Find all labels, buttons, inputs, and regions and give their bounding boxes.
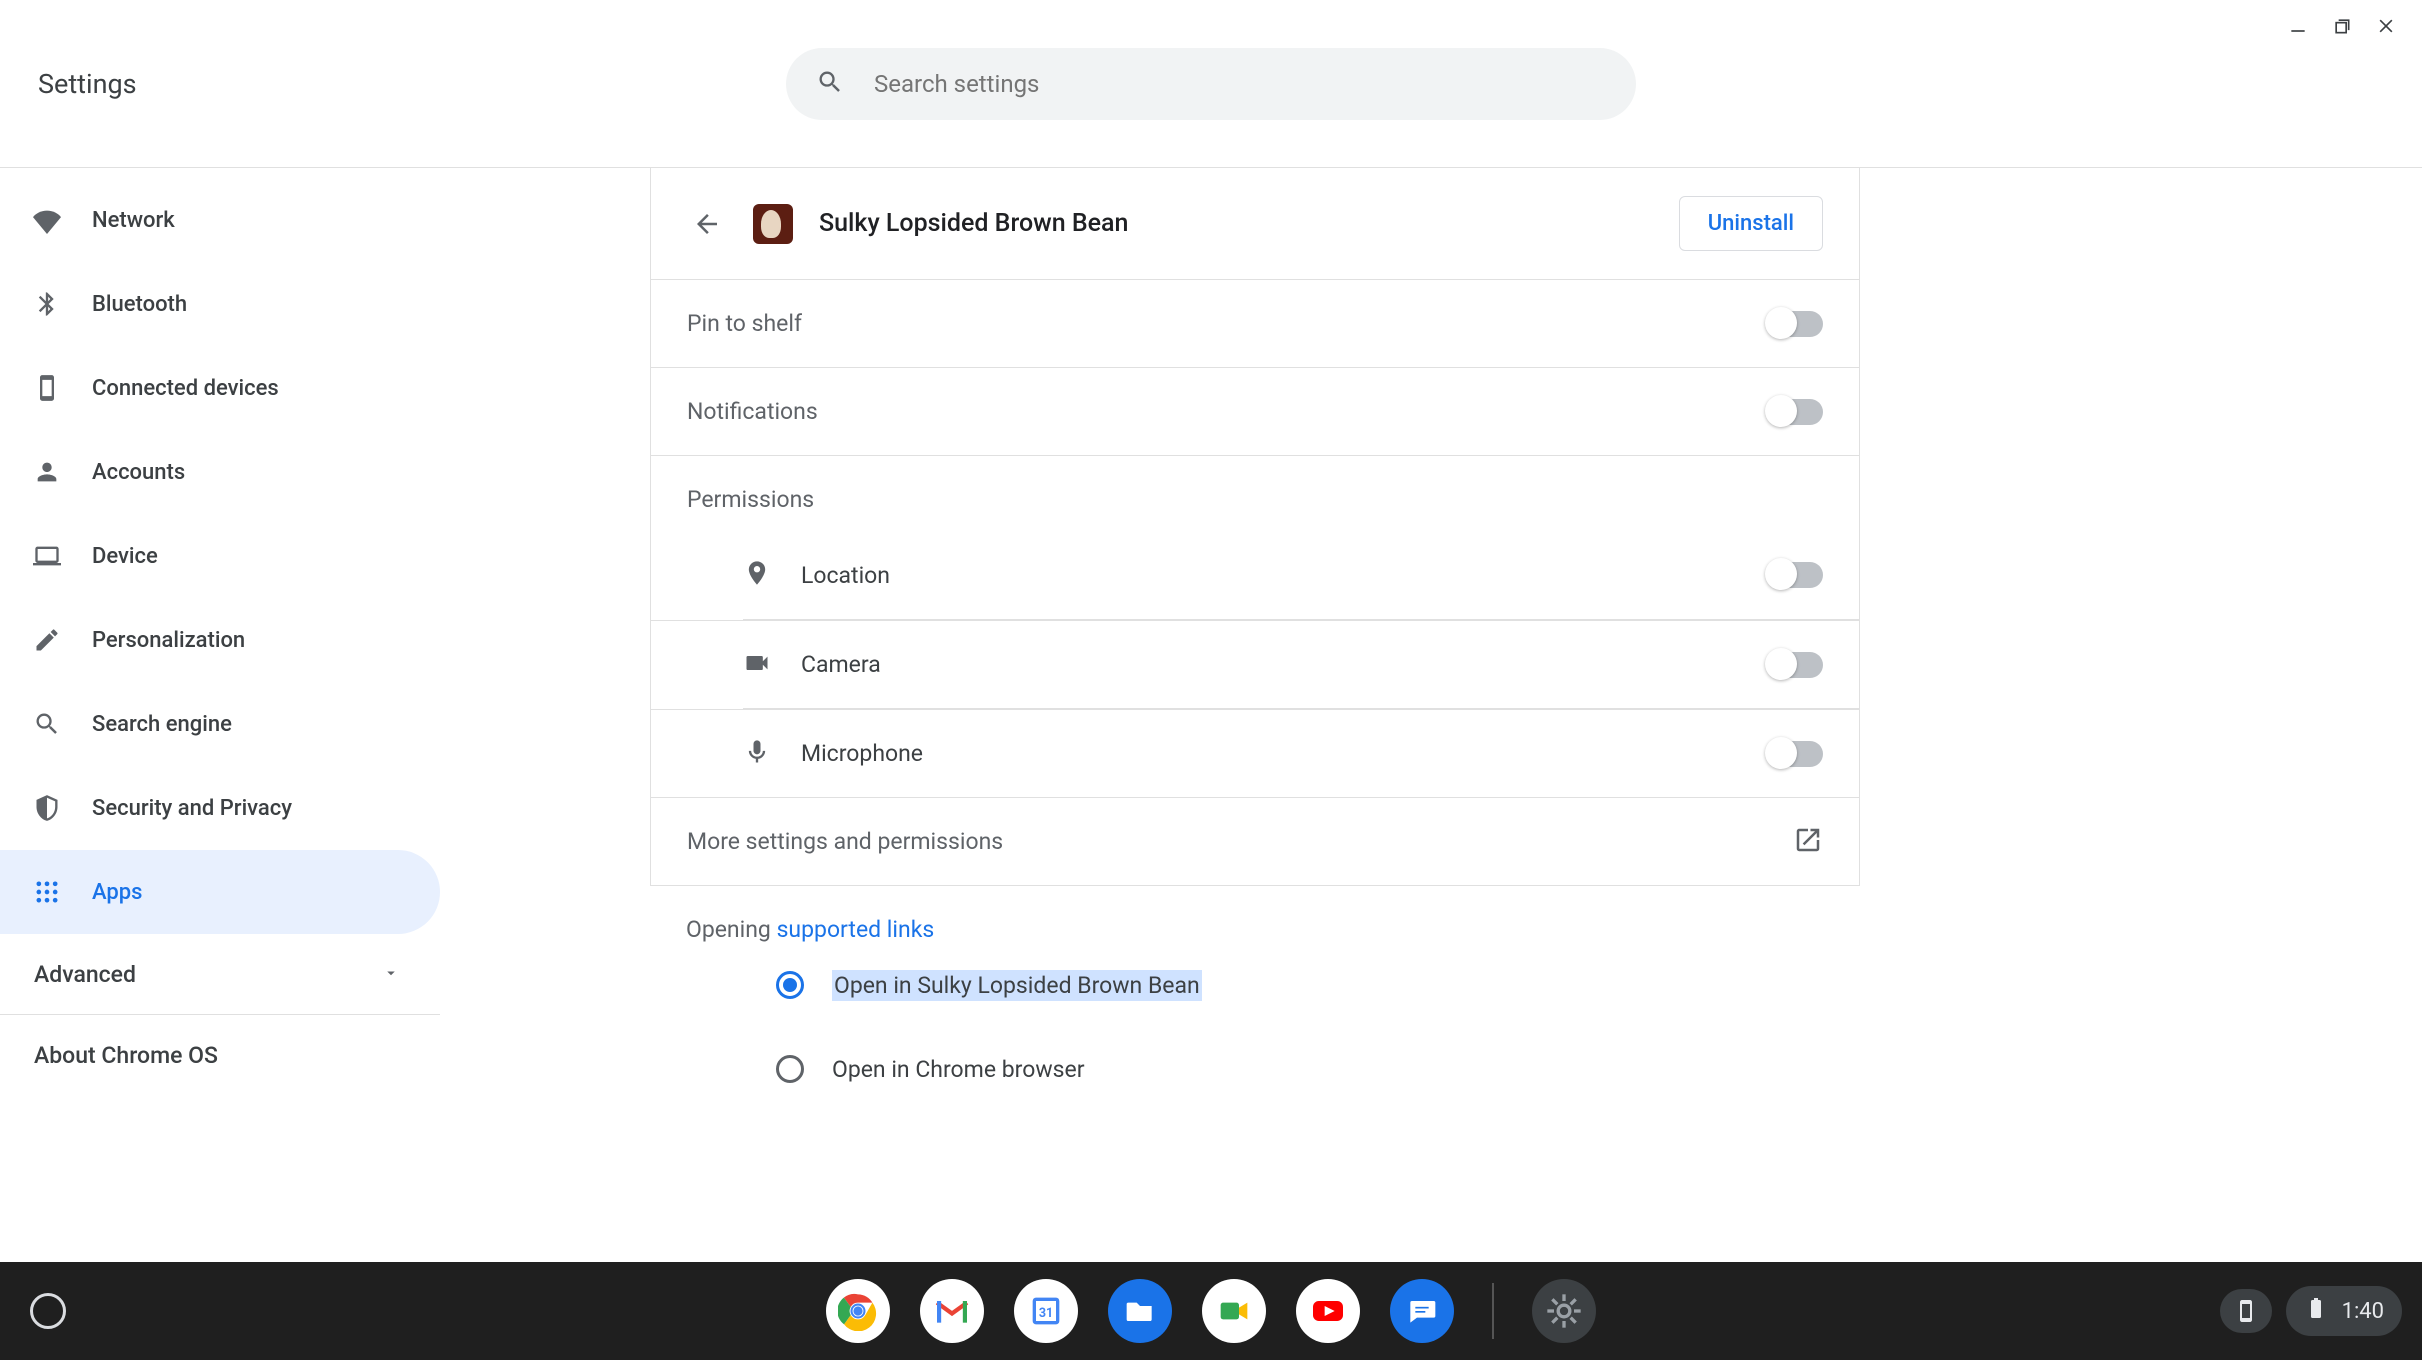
shield-icon bbox=[30, 791, 64, 825]
open-external-icon bbox=[1793, 825, 1823, 859]
sidebar-item-label: Bluetooth bbox=[92, 292, 187, 317]
sidebar-item-search-engine[interactable]: Search engine bbox=[0, 682, 440, 766]
shelf-app-gmail[interactable] bbox=[920, 1279, 984, 1343]
bluetooth-icon bbox=[30, 287, 64, 321]
sidebar-item-connected-devices[interactable]: Connected devices bbox=[0, 346, 440, 430]
laptop-icon bbox=[30, 539, 64, 573]
app-name: Sulky Lopsided Brown Bean bbox=[819, 209, 1653, 238]
apps-grid-icon bbox=[30, 875, 64, 909]
sidebar-item-label: Apps bbox=[92, 880, 142, 905]
pin-to-shelf-label: Pin to shelf bbox=[687, 310, 802, 337]
opening-links-section: Opening supported links Open in Sulky Lo… bbox=[650, 886, 1860, 1151]
search-icon bbox=[816, 68, 844, 100]
sidebar-item-label: About Chrome OS bbox=[34, 1042, 218, 1069]
shelf-app-chrome[interactable] bbox=[826, 1279, 890, 1343]
supported-links-link[interactable]: supported links bbox=[777, 916, 935, 943]
sidebar-advanced-label: Advanced bbox=[34, 961, 136, 988]
close-button[interactable] bbox=[2374, 14, 2398, 38]
sidebar-item-label: Security and Privacy bbox=[92, 796, 292, 821]
notifications-toggle[interactable] bbox=[1767, 399, 1823, 425]
location-icon bbox=[743, 559, 771, 591]
edit-icon bbox=[30, 623, 64, 657]
radio-open-in-chrome-label: Open in Chrome browser bbox=[832, 1056, 1084, 1083]
radio-open-in-app[interactable]: Open in Sulky Lopsided Brown Bean bbox=[686, 943, 1824, 1027]
opening-prefix: Opening bbox=[686, 916, 777, 943]
more-settings-label: More settings and permissions bbox=[687, 828, 1003, 855]
sidebar-item-device[interactable]: Device bbox=[0, 514, 440, 598]
shelf-app-meet[interactable] bbox=[1202, 1279, 1266, 1343]
restore-button[interactable] bbox=[2330, 14, 2354, 38]
header: Settings bbox=[0, 0, 2422, 168]
sidebar-item-label: Device bbox=[92, 544, 158, 569]
back-button[interactable] bbox=[687, 204, 727, 244]
sidebar-item-label: Connected devices bbox=[92, 376, 279, 401]
sidebar-item-label: Personalization bbox=[92, 628, 245, 653]
microphone-icon bbox=[743, 738, 771, 770]
search-input[interactable] bbox=[874, 70, 1606, 98]
radio-checked-icon bbox=[776, 971, 804, 999]
microphone-label: Microphone bbox=[801, 740, 923, 767]
radio-unchecked-icon bbox=[776, 1055, 804, 1083]
phone-icon bbox=[30, 371, 64, 405]
notifications-label: Notifications bbox=[687, 398, 818, 425]
battery-icon bbox=[2304, 1296, 2328, 1326]
sidebar-item-apps[interactable]: Apps bbox=[0, 850, 440, 934]
camera-label: Camera bbox=[801, 651, 881, 678]
camera-icon bbox=[743, 649, 771, 681]
minimize-button[interactable] bbox=[2286, 14, 2310, 38]
app-icon bbox=[753, 204, 793, 244]
camera-toggle[interactable] bbox=[1767, 652, 1823, 678]
shelf-app-messages[interactable] bbox=[1390, 1279, 1454, 1343]
sidebar-item-about[interactable]: About Chrome OS bbox=[0, 1015, 440, 1095]
sidebar-advanced-toggle[interactable]: Advanced bbox=[0, 934, 440, 1014]
sidebar-item-network[interactable]: Network bbox=[0, 178, 440, 262]
shelf-app-youtube[interactable] bbox=[1296, 1279, 1360, 1343]
status-tray[interactable]: 1:40 bbox=[2286, 1286, 2402, 1336]
sidebar-item-label: Accounts bbox=[92, 460, 185, 485]
permissions-section-title: Permissions bbox=[651, 455, 1859, 531]
search-box[interactable] bbox=[786, 48, 1636, 120]
app-detail-card: Sulky Lopsided Brown Bean Uninstall Pin … bbox=[650, 168, 1860, 886]
search-icon bbox=[30, 707, 64, 741]
sidebar-item-security[interactable]: Security and Privacy bbox=[0, 766, 440, 850]
uninstall-button[interactable]: Uninstall bbox=[1679, 196, 1823, 251]
sidebar-item-bluetooth[interactable]: Bluetooth bbox=[0, 262, 440, 346]
more-settings-row[interactable]: More settings and permissions bbox=[651, 797, 1859, 885]
shelf-separator bbox=[1492, 1283, 1494, 1339]
launcher-button[interactable] bbox=[30, 1293, 66, 1329]
radio-open-in-app-label: Open in Sulky Lopsided Brown Bean bbox=[832, 970, 1202, 1001]
shelf-app-files[interactable] bbox=[1108, 1279, 1172, 1343]
microphone-toggle[interactable] bbox=[1767, 741, 1823, 767]
svg-text:31: 31 bbox=[1039, 1306, 1053, 1321]
sidebar: Network Bluetooth Connected devices Acco… bbox=[0, 168, 440, 1262]
pin-to-shelf-toggle[interactable] bbox=[1767, 311, 1823, 337]
sidebar-item-personalization[interactable]: Personalization bbox=[0, 598, 440, 682]
person-icon bbox=[30, 455, 64, 489]
page-title: Settings bbox=[38, 68, 137, 100]
clock: 1:40 bbox=[2342, 1299, 2384, 1324]
sidebar-item-label: Search engine bbox=[92, 712, 232, 737]
shelf: 31 1:40 bbox=[0, 1262, 2422, 1360]
location-toggle[interactable] bbox=[1767, 562, 1823, 588]
radio-open-in-chrome[interactable]: Open in Chrome browser bbox=[686, 1027, 1824, 1111]
shelf-app-settings[interactable] bbox=[1532, 1279, 1596, 1343]
status-phone-hub[interactable] bbox=[2220, 1289, 2272, 1333]
shelf-app-calendar[interactable]: 31 bbox=[1014, 1279, 1078, 1343]
wifi-icon bbox=[30, 203, 64, 237]
sidebar-item-accounts[interactable]: Accounts bbox=[0, 430, 440, 514]
location-label: Location bbox=[801, 562, 890, 589]
chevron-down-icon bbox=[382, 961, 400, 988]
sidebar-item-label: Network bbox=[92, 208, 175, 233]
